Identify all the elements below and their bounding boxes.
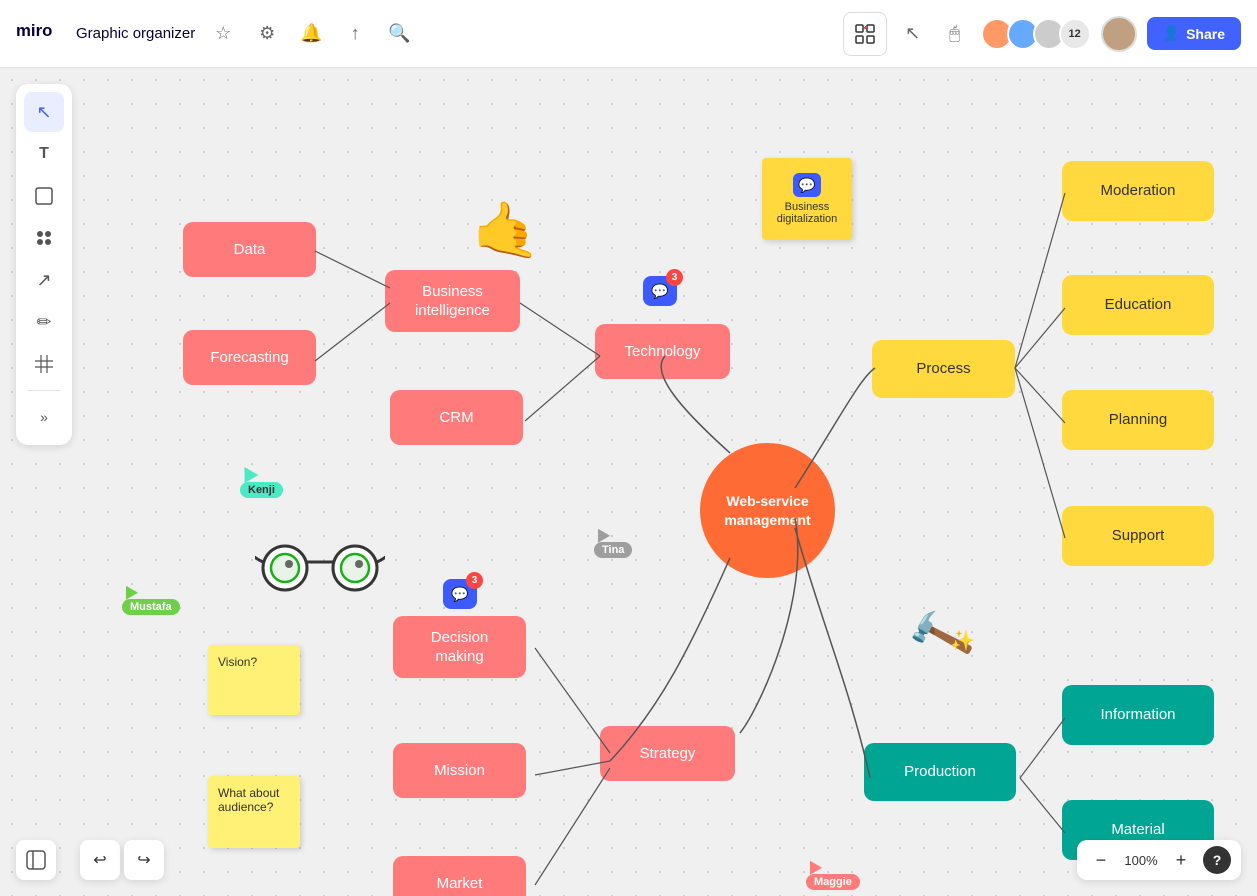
miro-logo: miro: [16, 17, 56, 51]
node-decision-making[interactable]: Decision making: [393, 616, 526, 678]
zoom-in-button[interactable]: +: [1167, 846, 1195, 874]
node-information[interactable]: Information: [1062, 685, 1214, 745]
node-planning[interactable]: Planning: [1062, 390, 1214, 450]
sparkle-decoration: ✨: [950, 628, 975, 653]
node-market[interactable]: Market: [393, 856, 526, 896]
node-production[interactable]: Production: [864, 743, 1016, 801]
sticky-vision[interactable]: Vision?: [208, 645, 300, 715]
component-tool[interactable]: [24, 218, 64, 258]
frame-tool[interactable]: [24, 176, 64, 216]
node-mission[interactable]: Mission: [393, 743, 526, 798]
zoom-controls: − 100% + ?: [1077, 840, 1241, 880]
self-avatar[interactable]: [1101, 16, 1137, 52]
upload-icon[interactable]: ↑: [339, 18, 371, 50]
node-support[interactable]: Support: [1062, 506, 1214, 566]
cursor-tina: Tina: [594, 528, 632, 558]
node-education[interactable]: Education: [1062, 275, 1214, 335]
cursor-tool[interactable]: ↖: [24, 92, 64, 132]
canvas[interactable]: Web-service management Process Strategy …: [0, 68, 1257, 896]
hand-decoration: 🤙: [472, 198, 540, 263]
text-tool[interactable]: T: [24, 134, 64, 174]
avatar-count[interactable]: 12: [1059, 18, 1091, 50]
undo-button[interactable]: ↩: [80, 840, 120, 880]
redo-button[interactable]: ↪: [124, 840, 164, 880]
search-icon[interactable]: 🔍: [383, 18, 415, 50]
node-center[interactable]: Web-service management: [700, 443, 835, 578]
cursor-tool-icon[interactable]: ↖: [897, 18, 929, 50]
node-crm[interactable]: CRM: [390, 390, 523, 445]
node-data[interactable]: Data: [183, 222, 316, 277]
share-button[interactable]: 👤 Share: [1147, 17, 1241, 50]
node-business-intelligence[interactable]: Business intelligence: [385, 270, 520, 332]
favorite-icon[interactable]: ☆: [207, 18, 239, 50]
cursor-mustafa: Mustafa: [122, 585, 180, 615]
notifications-icon[interactable]: 🔔: [295, 18, 327, 50]
arrow-tool[interactable]: ↗: [24, 260, 64, 300]
grid-tool[interactable]: [24, 344, 64, 384]
grid-button[interactable]: [843, 12, 887, 56]
left-toolbar: ↖ T ↗ ✏ »: [16, 84, 72, 445]
node-process[interactable]: Process: [872, 340, 1015, 398]
sticky-business-digitalization[interactable]: 💬 Business digitalization: [762, 158, 852, 240]
zoom-level: 100%: [1123, 853, 1159, 868]
node-strategy[interactable]: Strategy: [600, 726, 735, 781]
cursor-maggie: Maggie: [806, 860, 860, 890]
sticky-audience[interactable]: What about audience?: [208, 776, 300, 848]
settings-icon[interactable]: ⚙: [251, 18, 283, 50]
node-technology[interactable]: Technology: [595, 324, 730, 379]
node-moderation[interactable]: Moderation: [1062, 161, 1214, 221]
toolbar-divider: [28, 390, 60, 391]
more-tools[interactable]: »: [24, 397, 64, 437]
zoom-out-button[interactable]: −: [1087, 846, 1115, 874]
header-right: ↖ 🖱 12 👤 Share: [843, 12, 1241, 56]
help-button[interactable]: ?: [1203, 846, 1231, 874]
panel-toggle-button[interactable]: [16, 840, 56, 880]
undo-redo-group: ↩ ↪: [80, 840, 164, 880]
comment-badge-1[interactable]: 💬 3: [643, 276, 677, 306]
comment-badge-2[interactable]: 💬 3: [443, 579, 477, 609]
cursor-kenji: Kenji: [240, 466, 283, 498]
pen-tool[interactable]: ✏: [24, 302, 64, 342]
pointer-icon[interactable]: 🖱: [939, 18, 971, 50]
avatar-group: 12: [981, 18, 1091, 50]
svg-text:miro: miro: [16, 21, 52, 40]
header: miro Graphic organizer ☆ ⚙ 🔔 ↑ 🔍 ↖ 🖱 12 …: [0, 0, 1257, 68]
node-forecasting[interactable]: Forecasting: [183, 330, 316, 385]
board-title[interactable]: Graphic organizer: [76, 25, 195, 42]
glasses-decoration: [255, 538, 385, 610]
